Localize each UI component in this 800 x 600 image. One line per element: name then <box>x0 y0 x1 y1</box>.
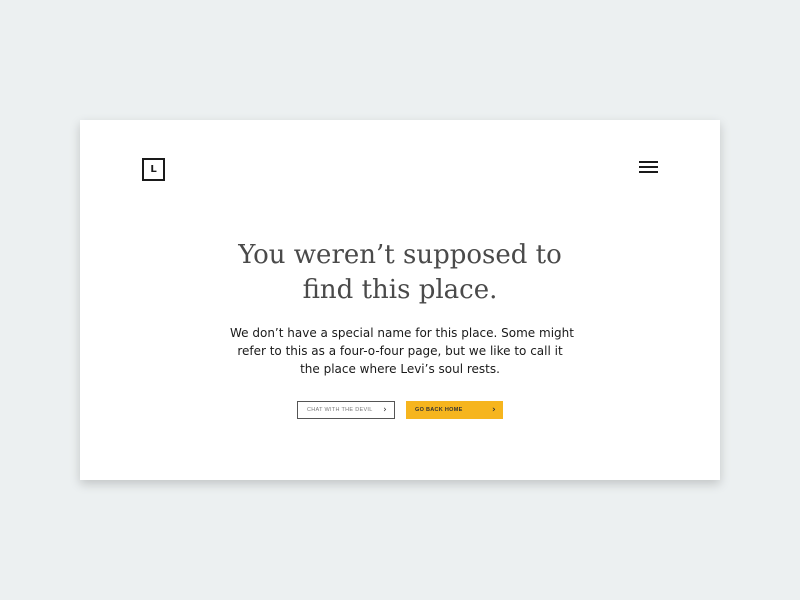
go-back-home-button[interactable]: GO BACK HOME › <box>406 401 503 419</box>
menu-bar <box>639 166 658 168</box>
title-line: find this place. <box>302 275 498 305</box>
description: We don’t have a special name for this pl… <box>230 324 574 378</box>
menu-bar <box>639 171 658 173</box>
chevron-right-icon: › <box>383 404 387 415</box>
description-line: We don’t have a special name for this pl… <box>230 326 574 340</box>
menu-bar <box>639 161 658 163</box>
error-card: L You weren’t supposed to find this plac… <box>80 120 720 480</box>
chat-with-devil-button[interactable]: CHAT WITH THE DEVIL › <box>297 401 395 419</box>
page-title: You weren’t supposed to find this place. <box>80 238 720 308</box>
chat-button-label: CHAT WITH THE DEVIL <box>307 407 373 413</box>
title-line: You weren’t supposed to <box>238 240 562 270</box>
hamburger-menu-icon[interactable] <box>639 161 659 175</box>
home-button-label: GO BACK HOME <box>415 407 463 413</box>
chevron-right-icon: › <box>491 404 496 415</box>
description-line: refer to this as a four-o-four page, but… <box>237 344 563 358</box>
logo-letter: L <box>150 163 157 175</box>
logo[interactable]: L <box>142 158 165 181</box>
description-line: the place where Levi’s soul rests. <box>300 362 500 376</box>
